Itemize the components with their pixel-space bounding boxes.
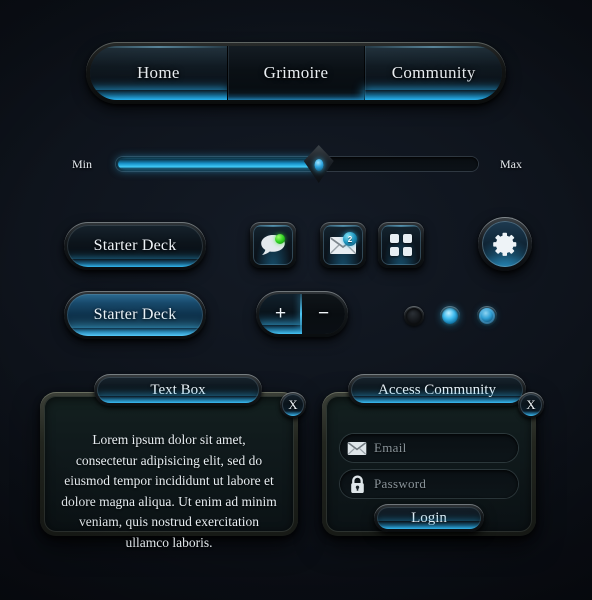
- starter-deck-button-active[interactable]: Starter Deck: [64, 291, 206, 339]
- radio-indicator: [479, 308, 495, 324]
- tab-grimoire-label: Grimoire: [263, 63, 329, 82]
- login-panel-title[interactable]: Access Community: [348, 374, 526, 406]
- settings-button-face: [482, 221, 528, 267]
- close-icon: X: [282, 394, 304, 416]
- mail-button[interactable]: 2: [320, 222, 366, 268]
- login-close-label: X: [526, 397, 536, 412]
- grid-button[interactable]: [378, 222, 424, 268]
- text-box-close-label: X: [288, 397, 298, 412]
- text-box-panel-body: Text Box X Lorem ipsum dolor sit amet, c…: [44, 374, 306, 550]
- text-box-panel-title-label: Text Box: [150, 381, 206, 398]
- slider-track-area[interactable]: [116, 145, 478, 183]
- grid-cell: [390, 234, 399, 243]
- password-field[interactable]: Password: [340, 470, 518, 498]
- mail-count-badge: 2: [343, 232, 357, 246]
- quantity-stepper-face: + −: [259, 294, 345, 334]
- email-field[interactable]: Email: [340, 434, 518, 462]
- radio-button-off[interactable]: [404, 306, 424, 326]
- grid-cell: [403, 247, 412, 256]
- gear-icon: [492, 231, 518, 257]
- main-navigation-bar: Home Grimoire Community: [86, 42, 506, 104]
- radio-indicator: [442, 308, 458, 324]
- range-slider[interactable]: Min Max: [72, 145, 522, 183]
- tab-community[interactable]: Community: [364, 46, 502, 100]
- chat-button[interactable]: [250, 222, 296, 268]
- text-box-body: Lorem ipsum dolor sit amet, consectetur …: [61, 432, 277, 550]
- starter-deck-button[interactable]: Starter Deck: [64, 222, 206, 270]
- mail-button-face: 2: [323, 225, 363, 265]
- login-close-button[interactable]: X: [518, 392, 544, 418]
- close-icon: X: [520, 394, 542, 416]
- login-submit-button[interactable]: Login: [374, 504, 484, 532]
- radio-button-focused[interactable]: [477, 306, 497, 326]
- starter-deck-button-face: Starter Deck: [67, 225, 203, 267]
- envelope-icon: [340, 441, 374, 456]
- lock-icon: [340, 474, 374, 494]
- grid-cell: [403, 234, 412, 243]
- tab-home-label: Home: [136, 63, 180, 82]
- starter-deck-button-label: Starter Deck: [93, 237, 177, 254]
- chat-button-face: [253, 225, 293, 265]
- stepper-increment-label: +: [274, 303, 287, 324]
- slider-handle[interactable]: [303, 145, 334, 183]
- text-box-close-button[interactable]: X: [280, 392, 306, 418]
- login-submit-button-face: Login: [377, 507, 481, 529]
- login-panel-title-face: Access Community: [351, 377, 523, 403]
- tab-community-label: Community: [391, 63, 476, 82]
- ui-kit-stage: Home Grimoire Community Min Max Starter …: [0, 0, 592, 600]
- email-field-placeholder: Email: [374, 440, 407, 455]
- login-panel-body: Access Community X Email Password Login: [326, 374, 544, 532]
- login-panel: Access Community X Email Password Login: [322, 374, 544, 536]
- tab-home[interactable]: Home: [90, 46, 227, 100]
- grid-button-face: [381, 225, 421, 265]
- grid-icon: [390, 234, 412, 256]
- starter-deck-button-active-label: Starter Deck: [93, 306, 177, 323]
- tab-grimoire[interactable]: Grimoire: [226, 46, 365, 100]
- login-submit-label: Login: [411, 509, 447, 526]
- starter-deck-button-active-face: Starter Deck: [67, 294, 203, 336]
- stepper-decrement-label: −: [317, 303, 330, 324]
- slider-fill: [118, 159, 317, 169]
- settings-button[interactable]: [478, 217, 532, 271]
- text-box-panel: Text Box X Lorem ipsum dolor sit amet, c…: [40, 374, 306, 550]
- grid-cell: [390, 247, 399, 256]
- login-panel-title-label: Access Community: [378, 381, 496, 398]
- stepper-decrement-button[interactable]: −: [302, 294, 345, 334]
- chat-unread-dot-badge: [275, 234, 285, 244]
- stepper-increment-button[interactable]: +: [259, 294, 302, 334]
- text-box-panel-title-face: Text Box: [97, 377, 259, 403]
- radio-indicator: [406, 308, 422, 324]
- gem-icon: [314, 158, 324, 171]
- text-box-panel-title[interactable]: Text Box: [94, 374, 262, 406]
- slider-min-label: Min: [72, 156, 93, 171]
- navigation-tab-group: Home Grimoire Community: [90, 46, 502, 100]
- quantity-stepper: + −: [256, 291, 348, 337]
- slider-max-label: Max: [500, 156, 522, 171]
- radio-button-selected[interactable]: [440, 306, 460, 326]
- password-field-placeholder: Password: [374, 476, 427, 491]
